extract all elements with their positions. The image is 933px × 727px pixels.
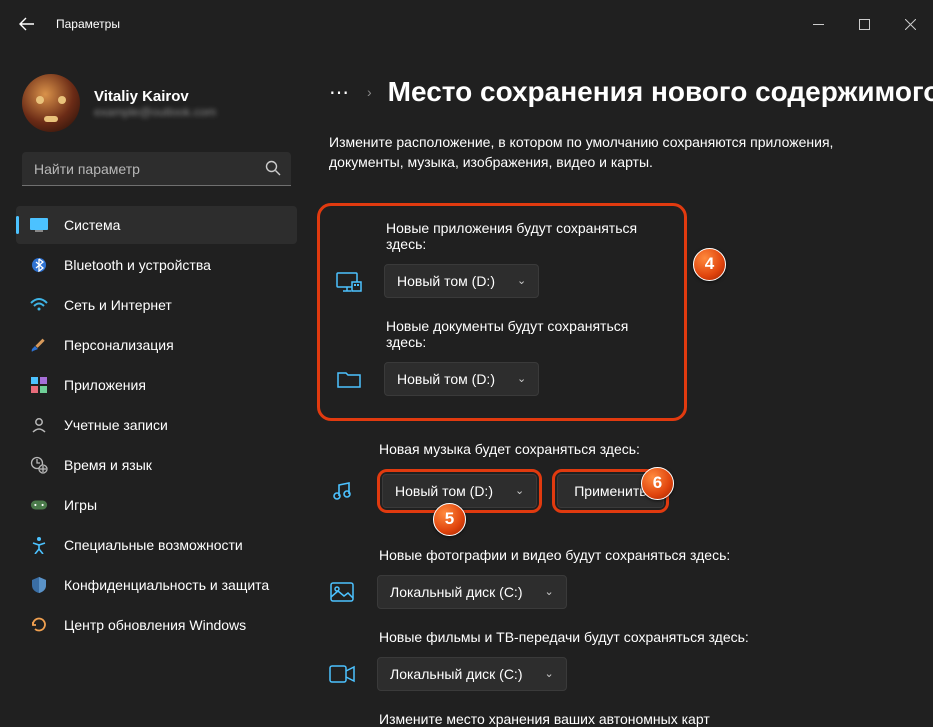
nav-gaming[interactable]: Игры	[16, 486, 297, 524]
nav-label: Игры	[64, 497, 97, 513]
accessibility-icon	[30, 536, 48, 554]
chevron-down-icon: ⌄	[517, 274, 526, 287]
page-title: Место сохранения нового содержимого	[388, 76, 933, 108]
row-apps-label: Новые приложения будут сохраняться здесь…	[386, 220, 668, 252]
movies-location-select[interactable]: Локальный диск (C:) ⌄	[377, 657, 567, 691]
nav-label: Персонализация	[64, 337, 174, 353]
clock-globe-icon	[30, 456, 48, 474]
select-value: Локальный диск (C:)	[390, 666, 523, 682]
music-location-select[interactable]: Новый том (D:) ⌄	[382, 474, 537, 508]
button-label: Применить	[574, 483, 646, 499]
annotation-marker-4: 4	[693, 248, 726, 281]
row-photos-label: Новые фотографии и видео будут сохранять…	[379, 547, 933, 563]
music-location-icon	[329, 478, 355, 504]
nav-label: Центр обновления Windows	[64, 617, 246, 633]
sidebar: Vitaliy Kairov example@outlook.com Систе…	[0, 48, 305, 727]
nav-bluetooth[interactable]: Bluetooth и устройства	[16, 246, 297, 284]
annotation-box-4: 4 Новые приложения будут сохраняться зде…	[317, 203, 687, 421]
nav-accounts[interactable]: Учетные записи	[16, 406, 297, 444]
wifi-icon	[30, 296, 48, 314]
annotation-marker-6: 6	[641, 467, 674, 500]
user-email: example@outlook.com	[94, 105, 216, 119]
apps-location-select[interactable]: Новый том (D:) ⌄	[384, 264, 539, 298]
page-description: Измените расположение, в котором по умол…	[329, 132, 869, 173]
apps-icon	[30, 376, 48, 394]
back-button[interactable]	[18, 15, 36, 33]
docs-location-select[interactable]: Новый том (D:) ⌄	[384, 362, 539, 396]
bluetooth-icon	[30, 256, 48, 274]
nav-privacy[interactable]: Конфиденциальность и защита	[16, 566, 297, 604]
search-input[interactable]	[22, 152, 291, 186]
nav-time-language[interactable]: Время и язык	[16, 446, 297, 484]
select-value: Новый том (D:)	[395, 483, 493, 499]
nav-network[interactable]: Сеть и Интернет	[16, 286, 297, 324]
row-music-label: Новая музыка будет сохраняться здесь:	[379, 441, 933, 457]
nav-label: Bluetooth и устройства	[64, 257, 211, 273]
chevron-down-icon: ⌄	[515, 484, 524, 497]
photos-location-icon	[329, 579, 355, 605]
person-icon	[30, 416, 48, 434]
minimize-button[interactable]	[795, 7, 841, 41]
nav-label: Сеть и Интернет	[64, 297, 172, 313]
close-button[interactable]	[887, 7, 933, 41]
search-icon	[265, 160, 281, 181]
nav-label: Конфиденциальность и защита	[64, 577, 269, 593]
nav-apps[interactable]: Приложения	[16, 366, 297, 404]
nav-label: Приложения	[64, 377, 146, 393]
shield-icon	[30, 576, 48, 594]
movies-location-icon	[329, 661, 355, 687]
user-name: Vitaliy Kairov	[94, 88, 216, 105]
select-value: Локальный диск (C:)	[390, 584, 523, 600]
maximize-button[interactable]	[841, 7, 887, 41]
chevron-down-icon: ⌄	[545, 585, 554, 598]
nav-windows-update[interactable]: Центр обновления Windows	[16, 606, 297, 644]
select-value: Новый том (D:)	[397, 273, 495, 289]
nav-label: Система	[64, 217, 120, 233]
breadcrumb: ⋯ › Место сохранения нового содержимого	[329, 72, 933, 112]
chevron-right-icon: ›	[367, 84, 372, 100]
chevron-down-icon: ⌄	[545, 667, 554, 680]
row-movies-label: Новые фильмы и ТВ-передачи будут сохраня…	[379, 629, 933, 645]
breadcrumb-more-button[interactable]: ⋯	[329, 80, 351, 105]
photos-location-select[interactable]: Локальный диск (C:) ⌄	[377, 575, 567, 609]
chevron-down-icon: ⌄	[517, 372, 526, 385]
title-bar: Параметры	[0, 0, 933, 48]
gamepad-icon	[30, 496, 48, 514]
nav-accessibility[interactable]: Специальные возможности	[16, 526, 297, 564]
update-icon	[30, 616, 48, 634]
user-block[interactable]: Vitaliy Kairov example@outlook.com	[22, 74, 297, 132]
row-docs-label: Новые документы будут сохраняться здесь:	[386, 318, 668, 350]
window-title: Параметры	[56, 17, 120, 31]
search-box[interactable]	[22, 152, 291, 186]
monitor-icon	[30, 216, 48, 234]
apps-location-icon	[336, 268, 362, 294]
nav-label: Учетные записи	[64, 417, 168, 433]
nav-personalization[interactable]: Персонализация	[16, 326, 297, 364]
nav-label: Время и язык	[64, 457, 152, 473]
annotation-marker-5: 5	[433, 503, 466, 536]
main-panel: ⋯ › Место сохранения нового содержимого …	[305, 48, 933, 727]
paintbrush-icon	[30, 336, 48, 354]
documents-location-icon	[336, 366, 362, 392]
select-value: Новый том (D:)	[397, 371, 495, 387]
nav-system[interactable]: Система	[16, 206, 297, 244]
nav-list: Система Bluetooth и устройства Сеть и Ин…	[16, 206, 297, 644]
avatar	[22, 74, 80, 132]
row-maps-label: Измените место хранения ваших автономных…	[379, 711, 933, 727]
nav-label: Специальные возможности	[64, 537, 243, 553]
